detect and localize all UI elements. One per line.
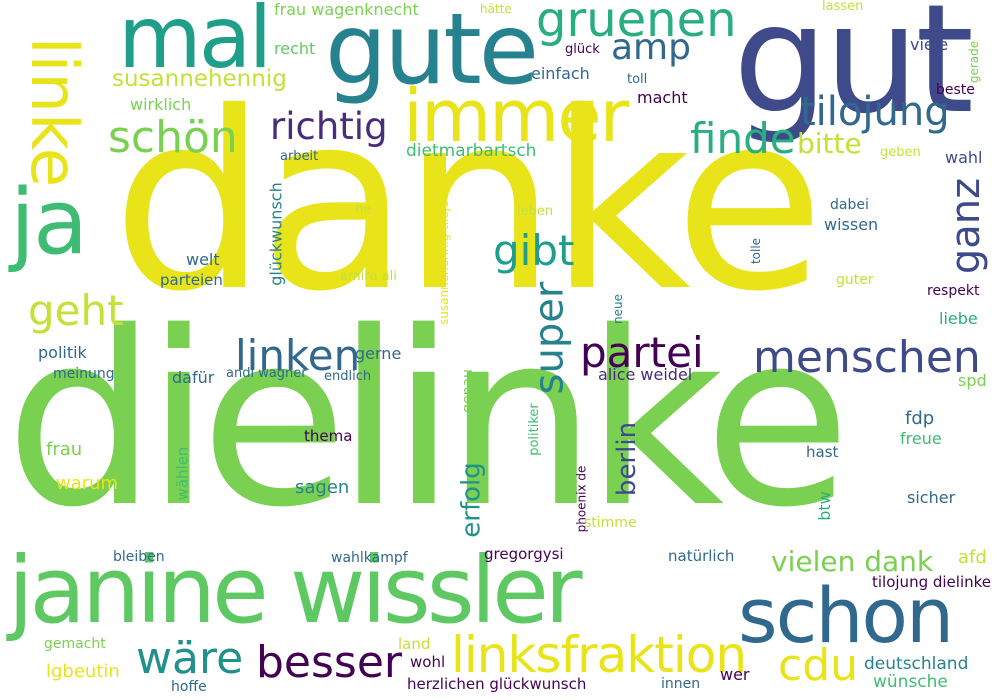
word-ne: ne xyxy=(355,202,372,217)
word-innen: innen xyxy=(661,676,701,692)
word-gerade: gerade xyxy=(967,40,982,84)
word-andi-wagner: andi wagner xyxy=(226,366,307,381)
word-natuerlich: natürlich xyxy=(668,547,735,565)
word-meinung: meinung xyxy=(53,366,115,382)
word-sicher: sicher xyxy=(907,488,956,507)
word-linksfraktion: linksfraktion xyxy=(451,626,747,684)
word-wer: wer xyxy=(720,665,750,684)
word-tilojung: tilojung xyxy=(800,89,950,135)
word-wissen: wissen xyxy=(824,215,879,234)
word-macht: macht xyxy=(637,88,688,107)
word-arbeit: arbeit xyxy=(280,149,319,164)
word-dietmarbartsch: dietmarbartsch xyxy=(406,141,537,161)
word-politik: politik xyxy=(38,343,87,362)
word-tolle: tolle xyxy=(749,237,764,265)
word-wohl: wohl xyxy=(410,653,446,671)
word-afd: afd xyxy=(958,547,987,568)
word-alice-weidel: alice weidel xyxy=(598,365,693,384)
word-fdp: fdp xyxy=(905,408,935,429)
word-berlin: berlin xyxy=(612,421,643,497)
word-susannehennig-tilojung: susannehennig tilojung xyxy=(436,185,451,325)
word-welt: welt xyxy=(186,250,220,269)
word-viele: viele xyxy=(910,35,949,54)
word-waere: wäre xyxy=(136,633,244,684)
word-frau-wagenknecht: frau wagenknecht xyxy=(274,0,419,19)
word-amp: amp xyxy=(611,27,691,68)
word-herzlichen-glueckwunsch: herzlichen glückwunsch xyxy=(407,675,587,693)
word-endlich: endlich xyxy=(324,369,372,384)
word-dabei: dabei xyxy=(830,197,869,213)
word-gregorgysi: gregorgysi xyxy=(484,545,564,563)
word-beste: beste xyxy=(936,82,975,98)
word-spd: spd xyxy=(958,371,987,390)
word-recht: recht xyxy=(274,39,316,58)
word-erfolg: erfolg xyxy=(456,462,487,538)
word-dielinke: dielinke xyxy=(5,280,851,560)
word-glueck: glück xyxy=(565,42,600,57)
word-thema: thema xyxy=(304,427,353,445)
word-gerne: gerne xyxy=(355,344,402,363)
word-geht: geht xyxy=(28,286,124,335)
word-land: land xyxy=(398,635,431,653)
word-wuensche: wünsche xyxy=(873,672,948,692)
word-einfach: einfach xyxy=(531,64,590,83)
word-wahl: wahl xyxy=(945,148,983,167)
word-bleiben: bleiben xyxy=(113,549,165,565)
word-freue: freue xyxy=(900,429,942,448)
word-tilojung-dielinke: tilojung dielinke xyxy=(872,573,992,591)
word-richtig: richtig xyxy=(270,105,388,148)
word-stimme: stimme xyxy=(584,515,637,531)
word-finde: finde xyxy=(690,114,796,163)
word-guter: guter xyxy=(836,272,874,288)
word-leben: leben xyxy=(517,204,554,219)
word-sagen: sagen xyxy=(295,477,350,498)
word-btw: btw xyxy=(814,491,834,521)
word-neue: neue xyxy=(610,294,625,324)
word-menschen: menschen xyxy=(753,332,981,383)
word-dafuer: dafür xyxy=(172,368,215,387)
word-glueckwunsch: glückwunsch xyxy=(266,182,286,286)
word-wirklich: wirklich xyxy=(130,95,192,114)
word-bitte: bitte xyxy=(797,127,862,160)
word-deutschland: deutschland xyxy=(864,654,969,674)
word-vielen-dank: vielen dank xyxy=(771,545,934,578)
word-genau: genau xyxy=(459,369,476,413)
word-parteien: parteien xyxy=(160,271,223,289)
word-haette: hätte xyxy=(480,2,512,16)
word-cdu: cdu xyxy=(778,640,859,691)
word-gibt: gibt xyxy=(493,226,575,275)
word-susannehennig: susannehennig xyxy=(112,66,287,92)
word-cloud: danke dielinke janine wissler gut gute m… xyxy=(0,0,1000,700)
word-lassen: lassen xyxy=(822,0,864,14)
word-gemacht: gemacht xyxy=(44,636,106,652)
word-wahlkampf: wahlkampf xyxy=(331,550,408,566)
word-super: super xyxy=(526,281,573,395)
word-toll: toll xyxy=(627,72,648,87)
word-hast: hast xyxy=(806,443,839,461)
word-lgbeutin: lgbeutin xyxy=(46,661,120,682)
word-hoffe: hoffe xyxy=(171,679,207,695)
word-geben: geben xyxy=(880,145,921,160)
word-waehlen: wählen xyxy=(173,446,192,501)
word-respekt: respekt xyxy=(927,283,980,299)
word-frau: frau xyxy=(46,439,83,460)
word-linke: linke xyxy=(16,36,91,188)
word-warum: warum xyxy=(56,473,119,494)
word-schoen: schön xyxy=(108,112,238,163)
word-politiker: politiker xyxy=(526,403,542,456)
word-ja: ja xyxy=(10,170,88,275)
word-liebe: liebe xyxy=(939,309,978,328)
word-besser: besser xyxy=(256,637,403,688)
word-ganz: ganz xyxy=(943,177,990,275)
word-amira-ali: amira ali xyxy=(340,269,397,284)
